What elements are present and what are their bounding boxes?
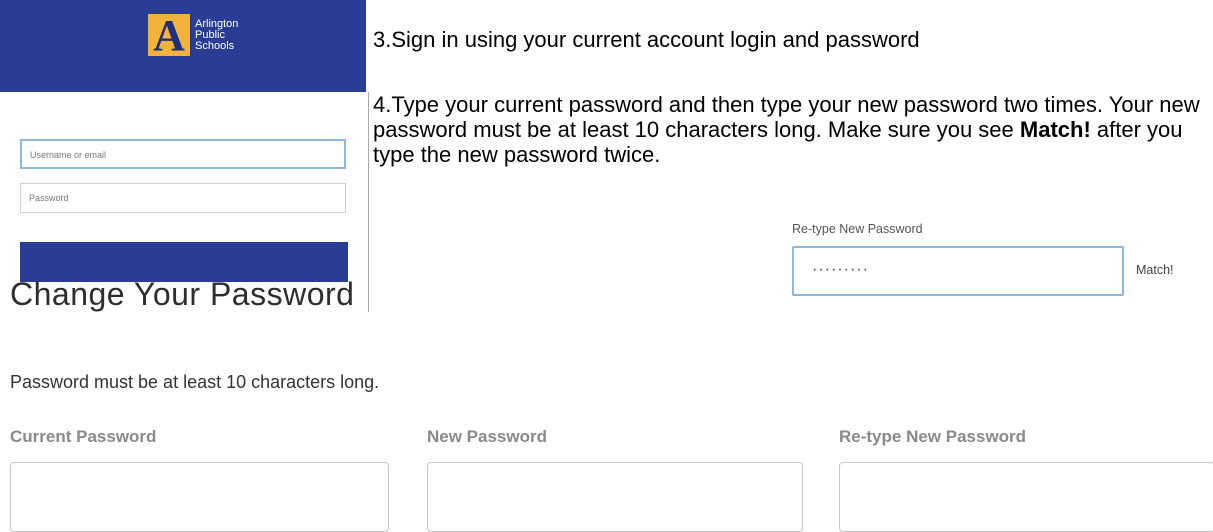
- current-password-input[interactable]: [10, 462, 389, 532]
- new-password-input[interactable]: [427, 462, 803, 532]
- instruction-step-4: 4.Type your current password and then ty…: [373, 92, 1213, 167]
- login-screenshot: A Arlington Public Schools Username or e…: [0, 0, 366, 312]
- instruction-step-3: 3.Sign in using your current account log…: [373, 27, 920, 52]
- page-title: Change Your Password: [10, 276, 355, 312]
- retype-inset-label: Re-type New Password: [792, 222, 923, 236]
- current-password-label: Current Password: [10, 427, 157, 446]
- retype-password-label: Re-type New Password: [839, 427, 1027, 446]
- divider: [368, 92, 369, 312]
- password-input[interactable]: Password: [20, 183, 346, 213]
- password-requirement-note: Password must be at least 10 characters …: [10, 372, 380, 392]
- logo-mark: A: [148, 14, 190, 56]
- retype-password-input[interactable]: [839, 462, 1213, 532]
- new-password-label: New Password: [427, 427, 547, 446]
- username-input[interactable]: Username or email: [20, 139, 346, 169]
- login-header: A Arlington Public Schools: [0, 0, 366, 92]
- school-logo: A Arlington Public Schools: [148, 14, 255, 56]
- match-emphasis: Match!: [1019, 117, 1091, 142]
- match-indicator: Match!: [1136, 263, 1174, 277]
- retype-inset-input[interactable]: ·········: [792, 246, 1124, 296]
- logo-text: Arlington Public Schools: [195, 17, 239, 52]
